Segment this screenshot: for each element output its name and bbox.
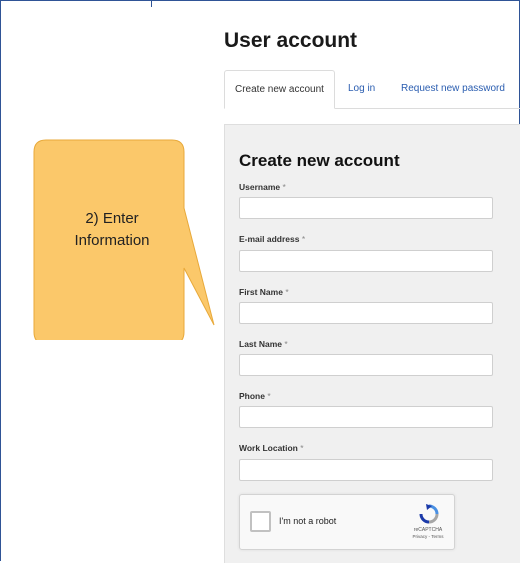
recaptcha-widget: I'm not a robot reCAPTCHA Privacy - Term… <box>239 494 455 550</box>
form-title: Create new account <box>239 151 400 170</box>
recaptcha-logo-icon <box>419 504 439 524</box>
required-marker: * <box>300 443 304 453</box>
last-name-label: Last Name * <box>239 339 288 349</box>
work-location-field[interactable] <box>239 459 493 481</box>
create-account-form: Create new account Username * E-mail add… <box>224 124 520 563</box>
required-marker: * <box>284 339 288 349</box>
tab-request-new-password[interactable]: Request new password <box>401 70 505 107</box>
first-name-field[interactable] <box>239 302 493 324</box>
required-marker: * <box>285 287 289 297</box>
recaptcha-label: I'm not a robot <box>279 516 337 526</box>
annotation-callout <box>33 139 215 340</box>
tab-log-in[interactable]: Log in <box>348 70 375 107</box>
first-name-label: First Name * <box>239 287 289 297</box>
account-tabs: Create new account Log in Request new pa… <box>224 70 520 109</box>
work-location-label: Work Location * <box>239 443 304 453</box>
page-title: User account <box>224 29 358 52</box>
required-marker: * <box>267 391 271 401</box>
username-label: Username * <box>239 182 286 192</box>
tab-create-new-account[interactable]: Create new account <box>224 70 335 109</box>
required-marker: * <box>301 234 306 244</box>
phone-field[interactable] <box>239 406 493 428</box>
phone-label: Phone * <box>239 391 271 401</box>
recaptcha-brand: reCAPTCHA <box>413 527 443 533</box>
required-marker: * <box>282 182 286 192</box>
recaptcha-privacy-terms[interactable]: Privacy - Terms <box>400 534 456 539</box>
email-field[interactable] <box>239 250 493 272</box>
last-name-field[interactable] <box>239 354 493 376</box>
email-label: E-mail address * <box>239 234 306 244</box>
callout-text: 2) Enter Information <box>74 210 150 249</box>
recaptcha-checkbox[interactable] <box>250 511 271 532</box>
username-field[interactable] <box>239 197 493 219</box>
